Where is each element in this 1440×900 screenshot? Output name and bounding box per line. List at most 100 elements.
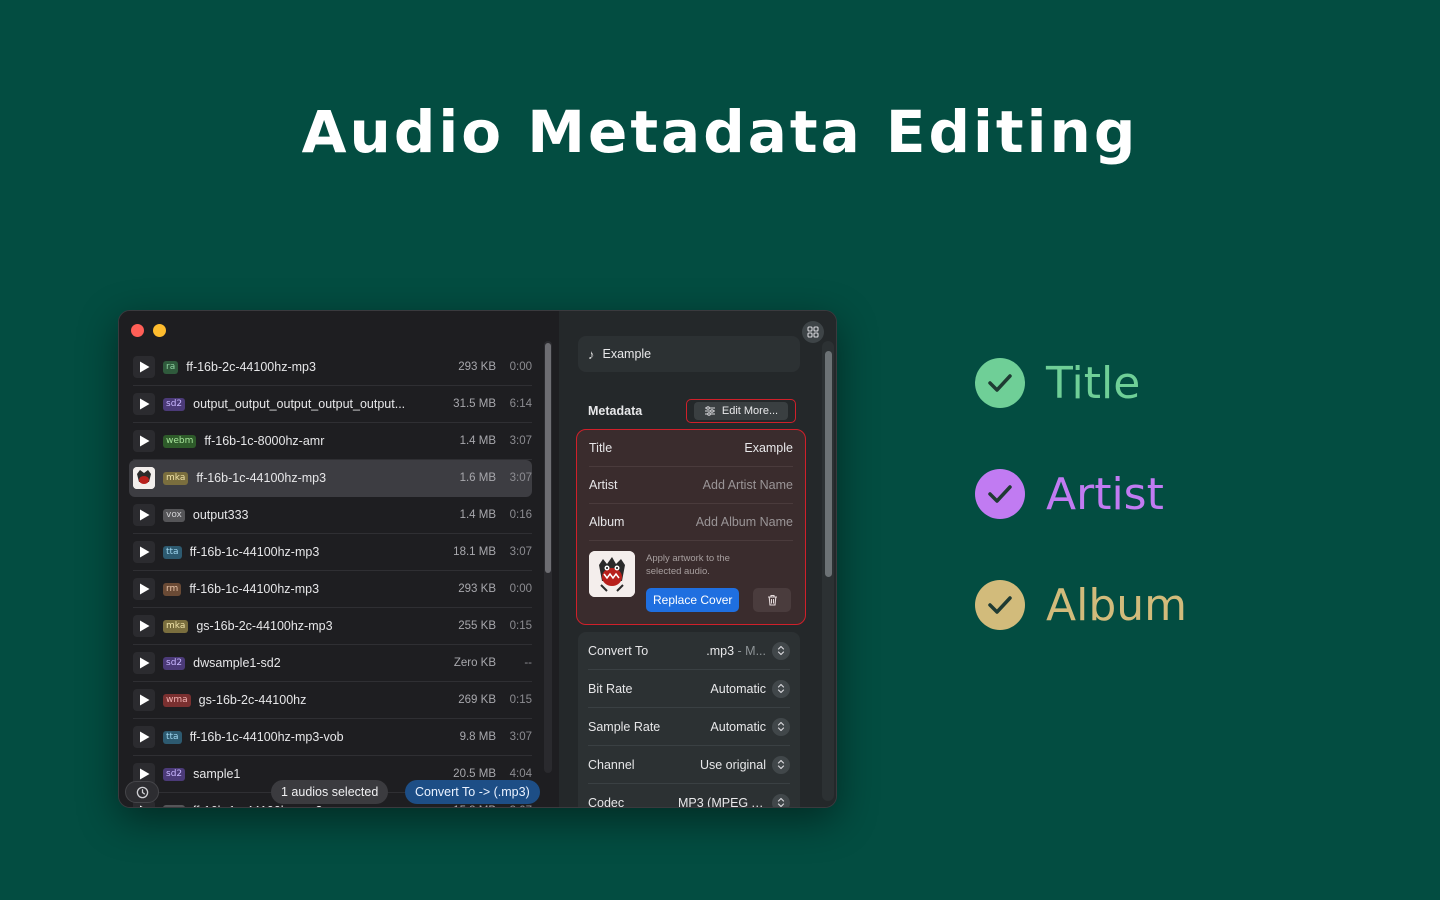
file-artwork-thumbnail[interactable] <box>133 467 155 489</box>
metadata-row-artist[interactable]: Artist Add Artist Name <box>589 467 793 504</box>
file-name: output333 <box>192 508 249 522</box>
artwork-hint: Apply artwork to the selected audio. <box>646 553 730 577</box>
file-row[interactable]: tta ff-16b-1c-44100hz-mp3-vob 9.8 MB 3:0… <box>133 719 532 756</box>
metadata-key: Album <box>589 515 625 529</box>
grid-view-button[interactable] <box>802 321 824 343</box>
conversion-option-row[interactable]: Channel Use original <box>588 746 790 784</box>
option-value[interactable]: Automatic <box>678 682 772 696</box>
file-row[interactable]: sd2 output_output_output_output_output..… <box>133 386 532 423</box>
detail-scrollbar[interactable] <box>822 341 834 801</box>
file-row[interactable]: webm ff-16b-1c-8000hz-amr 1.4 MB 3:07 <box>133 423 532 460</box>
file-row[interactable]: wma gs-16b-2c-44100hz 269 KB 0:15 <box>133 682 532 719</box>
play-button[interactable] <box>133 726 155 748</box>
file-duration: 0:00 <box>509 583 532 595</box>
format-badge: vox <box>163 508 185 522</box>
play-icon <box>139 583 149 595</box>
file-row[interactable]: rm ff-16b-1c-44100hz-mp3 293 KB 0:00 <box>133 571 532 608</box>
option-stepper[interactable] <box>772 679 790 698</box>
play-button[interactable] <box>133 689 155 711</box>
file-row[interactable]: sd2 dwsample1-sd2 Zero KB -- <box>133 645 532 682</box>
play-icon <box>139 398 149 410</box>
file-duration: 0:00 <box>509 361 532 373</box>
option-stepper[interactable] <box>772 641 790 660</box>
file-size: 1.4 MB <box>459 435 496 447</box>
track-title-card: ♪ Example <box>578 336 800 372</box>
file-duration: 3:07 <box>509 472 532 484</box>
conversion-option-row[interactable]: Sample Rate Automatic <box>588 708 790 746</box>
title-field[interactable]: Example <box>744 441 793 455</box>
file-row[interactable]: mka ff-16b-1c-44100hz-mp3 1.6 MB 3:07 <box>129 460 532 497</box>
option-value[interactable]: .mp3 - M... <box>678 644 772 658</box>
play-button[interactable] <box>133 541 155 563</box>
delete-cover-button[interactable] <box>753 588 791 612</box>
option-stepper[interactable] <box>772 717 790 736</box>
page-headline: Audio Metadata Editing <box>301 98 1139 166</box>
file-duration: 0:16 <box>509 509 532 521</box>
file-list-scrollbar[interactable] <box>544 341 552 773</box>
conversion-option-row[interactable]: Bit Rate Automatic <box>588 670 790 708</box>
file-duration: 0:15 <box>509 620 532 632</box>
file-duration: 3:07 <box>509 731 532 743</box>
trash-icon <box>767 594 777 606</box>
option-stepper[interactable] <box>772 755 790 774</box>
replace-cover-button[interactable]: Replace Cover <box>646 588 740 612</box>
play-button[interactable] <box>133 356 155 378</box>
file-row[interactable]: mka gs-16b-2c-44100hz-mp3 255 KB 0:15 <box>133 608 532 645</box>
file-duration: -- <box>524 657 532 669</box>
app-window: ra ff-16b-2c-44100hz-mp3 293 KB 0:00 sd2… <box>118 310 837 808</box>
feature-item: Title <box>975 355 1187 411</box>
conversion-option-row[interactable]: Codec MP3 (MPEG A... <box>588 784 790 808</box>
artist-field[interactable]: Add Artist Name <box>703 478 793 492</box>
file-row[interactable]: tta ff-16b-1c-44100hz-mp3 18.1 MB 3:07 <box>133 534 532 571</box>
play-button[interactable] <box>133 615 155 637</box>
file-size: 269 KB <box>458 694 496 706</box>
play-button[interactable] <box>133 430 155 452</box>
file-size: 9.8 MB <box>459 731 496 743</box>
scrollbar-thumb[interactable] <box>545 343 551 573</box>
edit-more-button[interactable]: Edit More... <box>686 399 796 423</box>
checkmark-icon <box>975 469 1025 519</box>
play-button[interactable] <box>133 578 155 600</box>
play-icon <box>139 361 149 373</box>
artwork-section: Apply artwork to the selected audio. Rep… <box>589 541 793 625</box>
option-value[interactable]: Automatic <box>678 720 772 734</box>
option-value-text: Automatic <box>710 719 766 734</box>
minimize-window-button[interactable] <box>153 324 166 337</box>
edit-more-label: Edit More... <box>721 405 779 417</box>
album-field[interactable]: Add Album Name <box>696 515 793 529</box>
file-size: 1.4 MB <box>459 509 496 521</box>
metadata-row-album[interactable]: Album Add Album Name <box>589 504 793 541</box>
file-name: ff-16b-2c-44100hz-mp3 <box>186 360 316 374</box>
scrollbar-thumb[interactable] <box>825 351 832 577</box>
chevron-up-down-icon <box>777 683 785 694</box>
file-row[interactable]: ra ff-16b-2c-44100hz-mp3 293 KB 0:00 <box>133 349 532 386</box>
history-button[interactable] <box>125 781 159 803</box>
bottom-bar: 1 audios selected Convert To -> (.mp3) <box>119 777 559 807</box>
play-icon <box>139 694 149 706</box>
file-duration: 6:14 <box>509 398 532 410</box>
checkmark-icon <box>975 358 1025 408</box>
option-value[interactable]: MP3 (MPEG A... <box>678 796 772 808</box>
chevron-up-down-icon <box>777 645 785 656</box>
convert-button[interactable]: Convert To -> (.mp3) <box>405 780 540 804</box>
sliders-icon <box>704 406 715 416</box>
feature-item: Artist <box>975 466 1187 522</box>
play-button[interactable] <box>133 652 155 674</box>
file-row[interactable]: vox output333 1.4 MB 0:16 <box>133 497 532 534</box>
close-window-button[interactable] <box>131 324 144 337</box>
chevron-up-down-icon <box>777 797 785 807</box>
file-duration: 0:15 <box>509 694 532 706</box>
format-badge: ra <box>163 360 179 374</box>
option-stepper[interactable] <box>772 793 790 807</box>
play-icon <box>139 509 149 521</box>
option-label: Bit Rate <box>588 681 633 696</box>
file-name: dwsample1-sd2 <box>193 656 281 670</box>
checkmark-icon <box>975 580 1025 630</box>
metadata-row-title[interactable]: Title Example <box>589 430 793 467</box>
file-name: gs-16b-2c-44100hz-mp3 <box>196 619 333 633</box>
play-button[interactable] <box>133 393 155 415</box>
conversion-option-row[interactable]: Convert To .mp3 - M... <box>588 632 790 670</box>
format-badge: sd2 <box>163 397 186 411</box>
option-value[interactable]: Use original <box>678 758 772 772</box>
play-button[interactable] <box>133 504 155 526</box>
